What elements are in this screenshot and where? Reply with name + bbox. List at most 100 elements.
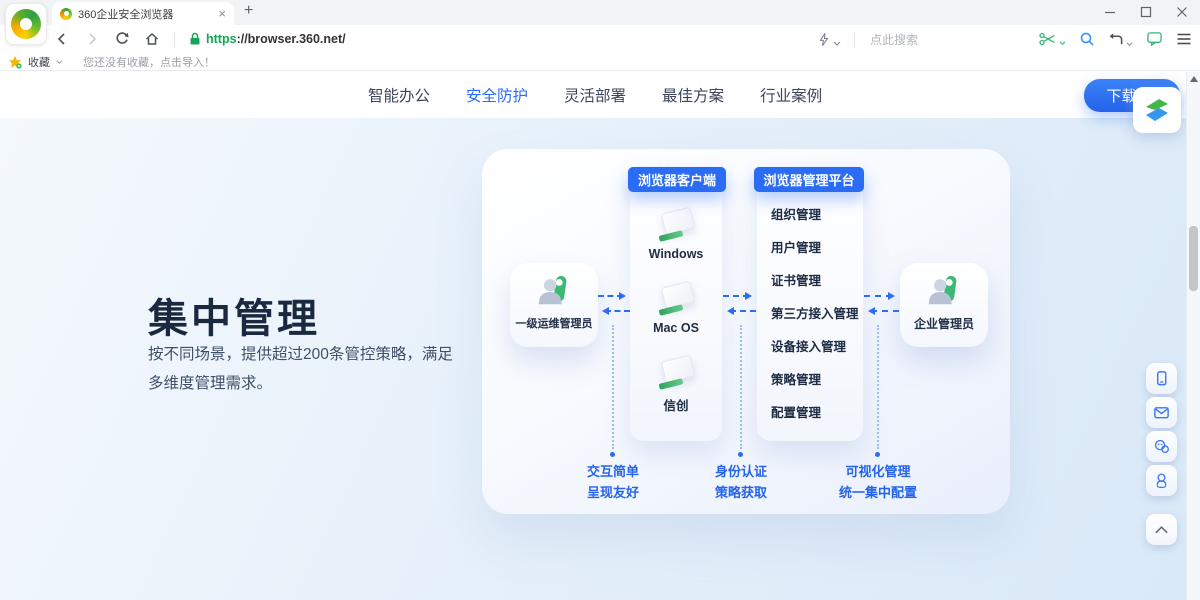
- lightning-icon: [817, 32, 831, 47]
- url-text: ://browser.360.net/: [237, 32, 346, 46]
- arrow-left-icon: [605, 310, 630, 312]
- monitor-icon: [654, 357, 698, 391]
- minimize-icon[interactable]: [1104, 6, 1116, 18]
- hero-section: 集中管理 按不同场景，提供超过200条管控策略，满足多维度管理需求。 浏览器客户…: [0, 118, 1186, 600]
- browser-toolbar: https://browser.360.net/ 点此搜索: [0, 25, 1200, 53]
- window-controls: [1104, 6, 1188, 18]
- scrollbar-thumb[interactable]: [1189, 226, 1198, 291]
- person-icon: [925, 273, 963, 309]
- screenshot-tool[interactable]: [1039, 32, 1066, 46]
- email-contact-button[interactable]: [1146, 397, 1177, 428]
- wechat-contact-button[interactable]: [1146, 431, 1177, 462]
- address-bar[interactable]: https://browser.360.net/: [189, 32, 346, 46]
- arrow-left-icon: [871, 310, 899, 312]
- callout-visual: 可视化管理 统一集中配置: [813, 461, 943, 503]
- s-ribbon-logo-icon: [1142, 95, 1172, 125]
- back-icon[interactable]: [54, 31, 70, 47]
- client-os-windows: Windows: [630, 209, 722, 261]
- platform-feature: 证书管理: [771, 265, 859, 298]
- chevron-down-icon[interactable]: [56, 59, 63, 65]
- platform-feature: 策略管理: [771, 364, 859, 397]
- callout-identity: 身份认证 策略获取: [676, 461, 806, 503]
- maximize-icon[interactable]: [1140, 6, 1152, 18]
- refresh-icon[interactable]: [114, 31, 130, 47]
- browser-window: 360企业安全浏览器 × + https://browser.360.net/ …: [0, 0, 1200, 600]
- download-label: 下载: [1106, 85, 1136, 106]
- page-scrollbar[interactable]: [1186, 72, 1200, 600]
- secure-lock-icon: [189, 32, 201, 46]
- platform-feature: 设备接入管理: [771, 331, 859, 364]
- toolbar-right-cluster: 点此搜索: [817, 25, 1192, 53]
- qq-icon: [1153, 472, 1170, 489]
- platform-feature: 配置管理: [771, 397, 859, 430]
- platform-feature-list: 组织管理 用户管理 证书管理 第三方接入管理 设备接入管理 策略管理 配置管理: [771, 199, 859, 430]
- arrow-left-icon: [730, 310, 756, 312]
- password-magnifier-icon[interactable]: [1079, 31, 1095, 47]
- client-badge: 浏览器客户端: [628, 167, 726, 192]
- qq-contact-button[interactable]: [1146, 465, 1177, 496]
- restore-tabs[interactable]: [1108, 32, 1133, 47]
- site-nav-items: 智能办公 安全防护 灵活部署 最佳方案 行业案例: [368, 72, 822, 118]
- forward-icon[interactable]: [84, 31, 100, 47]
- browser-menu-logo-button[interactable]: [5, 3, 47, 45]
- callout-dot: [875, 452, 880, 457]
- callout-line: 可视化管理: [813, 461, 943, 482]
- arrow-right-icon: [598, 295, 623, 297]
- platform-badge: 浏览器管理平台: [754, 167, 864, 192]
- home-icon[interactable]: [144, 31, 160, 47]
- platform-feature: 第三方接入管理: [771, 298, 859, 331]
- person-icon: [535, 273, 573, 309]
- nav-item-solutions[interactable]: 最佳方案: [662, 84, 724, 106]
- client-os-label: Mac OS: [630, 321, 722, 335]
- client-os-xinchuang: 信创: [630, 357, 722, 414]
- floating-assistant-widget[interactable]: [1133, 87, 1181, 133]
- client-os-label: 信创: [630, 395, 722, 414]
- nav-item-deploy[interactable]: 灵活部署: [564, 84, 626, 106]
- callout-line: 交互简单: [548, 461, 678, 482]
- client-os-label: Windows: [630, 247, 722, 261]
- management-diagram: 浏览器客户端 浏览器管理平台 Windows Mac OS 信创: [482, 149, 1010, 514]
- page-title: 集中管理: [148, 286, 320, 344]
- tab-strip: 360企业安全浏览器 × +: [0, 0, 1200, 25]
- callout-leader-line: [612, 325, 614, 449]
- monitor-icon: [654, 283, 698, 317]
- toolbar-separator: [854, 32, 855, 47]
- feedback-chat-icon[interactable]: [1146, 31, 1163, 47]
- arrow-right-icon: [723, 295, 749, 297]
- close-icon[interactable]: [1176, 6, 1188, 18]
- toolbar-separator: [174, 32, 175, 47]
- quick-launch[interactable]: [817, 32, 841, 47]
- tab-title: 360企业安全浏览器: [78, 6, 212, 22]
- search-input[interactable]: 点此搜索: [870, 31, 918, 48]
- hamburger-menu-icon[interactable]: [1176, 32, 1192, 46]
- url-scheme: https: [206, 32, 237, 46]
- monitor-icon: [654, 209, 698, 243]
- chevron-down-icon: [833, 40, 841, 47]
- new-tab-button[interactable]: +: [244, 2, 253, 20]
- back-to-top-button[interactable]: [1146, 514, 1177, 545]
- tab-close-icon[interactable]: ×: [218, 7, 226, 20]
- web-page: 智能办公 安全防护 灵活部署 最佳方案 行业案例 下载 集中管理 按不同场景，提…: [0, 72, 1186, 600]
- contact-floaters: [1146, 363, 1177, 496]
- 360-logo-icon: [11, 9, 41, 39]
- phone-icon: [1153, 370, 1170, 387]
- ops-admin-card: 一级运维管理员: [510, 263, 598, 347]
- browser-tab[interactable]: 360企业安全浏览器 ×: [52, 2, 234, 25]
- callout-line: 统一集中配置: [813, 482, 943, 503]
- favorites-button[interactable]: 收藏: [28, 54, 50, 70]
- callout-dot: [738, 452, 743, 457]
- mobile-contact-button[interactable]: [1146, 363, 1177, 394]
- scrollbar-up-arrow-icon[interactable]: [1190, 76, 1198, 82]
- nav-item-smart-office[interactable]: 智能办公: [368, 84, 430, 106]
- site-favicon-icon: [60, 8, 72, 20]
- chevron-up-icon: [1153, 524, 1170, 536]
- nav-item-security[interactable]: 安全防护: [466, 84, 528, 106]
- client-os-macos: Mac OS: [630, 283, 722, 335]
- bookmarks-import-hint[interactable]: 您还没有收藏，点击导入！: [83, 54, 215, 70]
- favorites-star-icon: [8, 55, 22, 69]
- bookmarks-bar: 收藏 您还没有收藏，点击导入！: [0, 53, 1200, 71]
- nav-item-cases[interactable]: 行业案例: [760, 84, 822, 106]
- scissors-icon: [1039, 32, 1057, 46]
- callout-leader-line: [740, 325, 742, 449]
- enterprise-admin-label: 企业管理员: [900, 315, 988, 332]
